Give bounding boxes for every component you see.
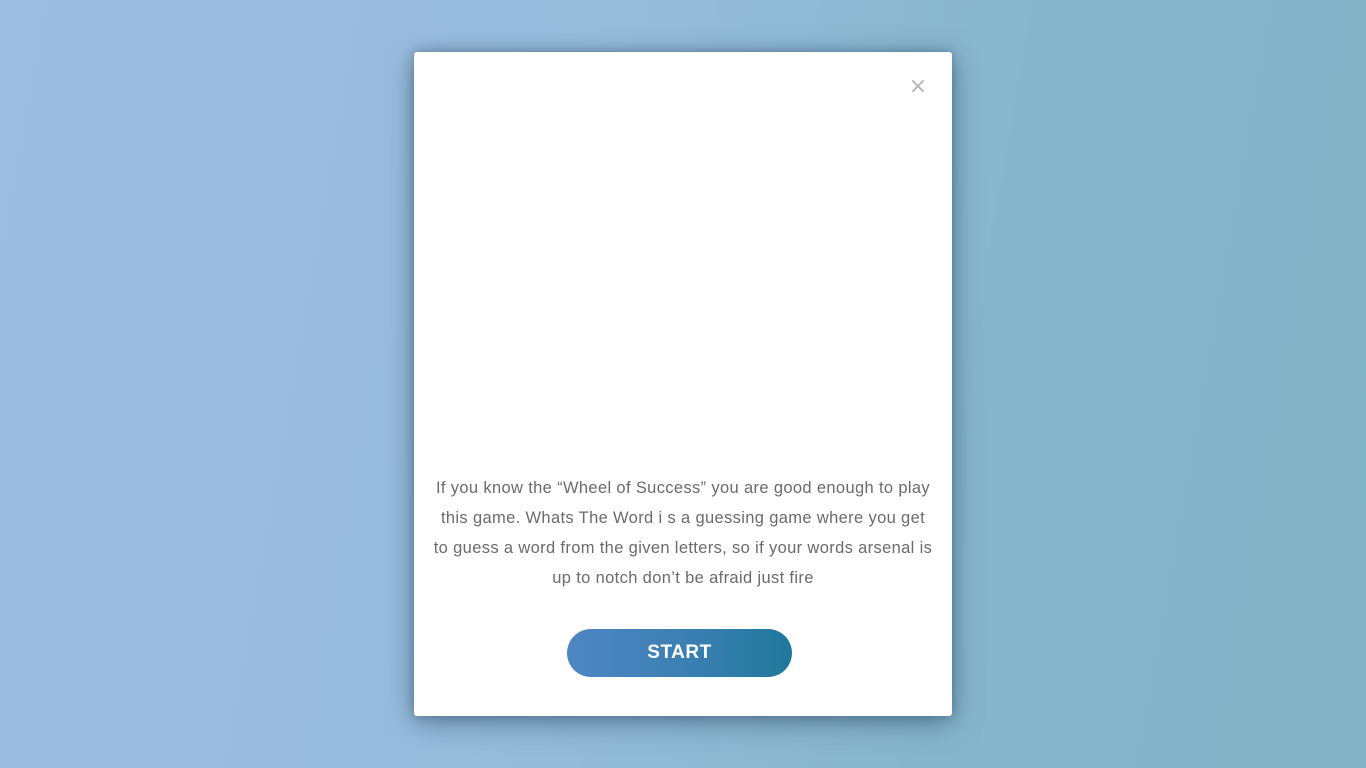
start-button[interactable]: START xyxy=(567,629,792,677)
close-icon[interactable]: × xyxy=(906,74,930,100)
game-preview-area xyxy=(414,112,952,502)
game-intro-modal: × If you know the “Wheel of Success” you… xyxy=(414,52,952,716)
game-description: If you know the “Wheel of Success” you a… xyxy=(433,479,933,587)
